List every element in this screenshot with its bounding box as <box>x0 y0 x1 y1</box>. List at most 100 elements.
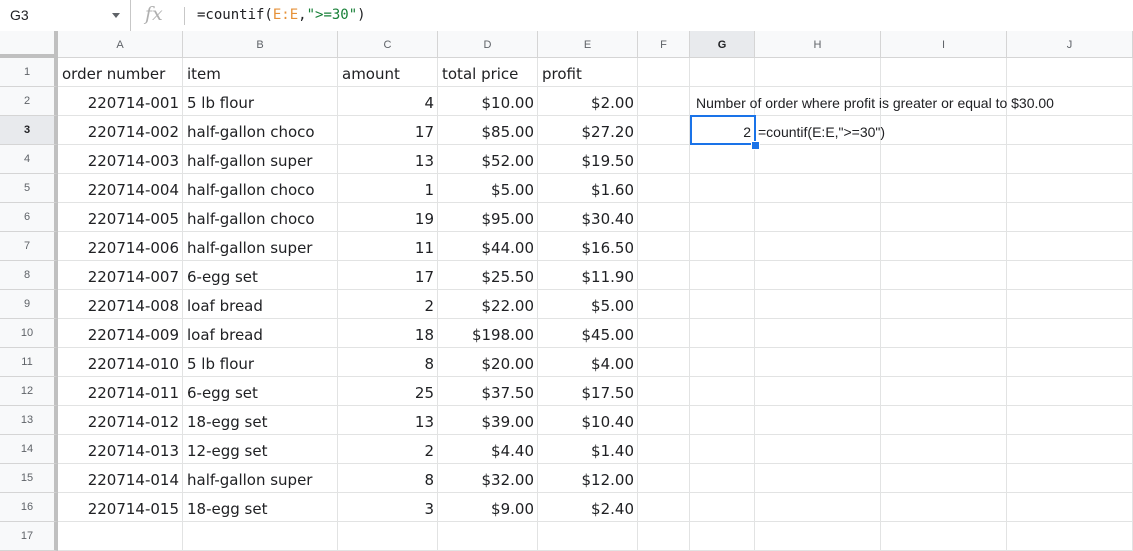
cell-j9[interactable] <box>1007 290 1133 319</box>
cell-h1[interactable] <box>755 58 881 87</box>
column-header-c[interactable]: C <box>338 31 438 58</box>
chevron-down-icon[interactable] <box>112 13 120 18</box>
cell-i16[interactable] <box>881 493 1007 522</box>
select-all-corner[interactable] <box>0 31 58 58</box>
row-header-1[interactable]: 1 <box>0 58 58 87</box>
row-header-10[interactable]: 10 <box>0 319 58 348</box>
cell-j13[interactable] <box>1007 406 1133 435</box>
cell-g11[interactable] <box>690 348 755 377</box>
cell-j15[interactable] <box>1007 464 1133 493</box>
cell-g7[interactable] <box>690 232 755 261</box>
cell-b17[interactable] <box>183 522 338 551</box>
cell-f9[interactable] <box>638 290 690 319</box>
column-header-j[interactable]: J <box>1007 31 1133 58</box>
cell-g5[interactable] <box>690 174 755 203</box>
cell-f16[interactable] <box>638 493 690 522</box>
cell-h11[interactable] <box>755 348 881 377</box>
cell-i11[interactable] <box>881 348 1007 377</box>
row-header-13[interactable]: 13 <box>0 406 58 435</box>
cell-f13[interactable] <box>638 406 690 435</box>
cell-i12[interactable] <box>881 377 1007 406</box>
row-header-12[interactable]: 12 <box>0 377 58 406</box>
cell-h5[interactable] <box>755 174 881 203</box>
row-header-16[interactable]: 16 <box>0 493 58 522</box>
cell-j5[interactable] <box>1007 174 1133 203</box>
cell-j12[interactable] <box>1007 377 1133 406</box>
column-header-b[interactable]: B <box>183 31 338 58</box>
cell-g10[interactable] <box>690 319 755 348</box>
cell-i10[interactable] <box>881 319 1007 348</box>
row-header-17[interactable]: 17 <box>0 522 58 551</box>
column-header-g[interactable]: G <box>690 31 755 58</box>
cell-j3[interactable] <box>1007 116 1133 145</box>
cell-h13[interactable] <box>755 406 881 435</box>
cell-h16[interactable] <box>755 493 881 522</box>
column-header-a[interactable]: A <box>58 31 183 58</box>
cell-j17[interactable] <box>1007 522 1133 551</box>
cell-f6[interactable] <box>638 203 690 232</box>
column-header-h[interactable]: H <box>755 31 881 58</box>
cell-a17[interactable] <box>58 522 183 551</box>
cell-j11[interactable] <box>1007 348 1133 377</box>
cell-f14[interactable] <box>638 435 690 464</box>
cell-i14[interactable] <box>881 435 1007 464</box>
cell-f3[interactable] <box>638 116 690 145</box>
cell-j14[interactable] <box>1007 435 1133 464</box>
cell-f17[interactable] <box>638 522 690 551</box>
cell-g14[interactable] <box>690 435 755 464</box>
cell-g9[interactable] <box>690 290 755 319</box>
cell-i6[interactable] <box>881 203 1007 232</box>
cell-f5[interactable] <box>638 174 690 203</box>
cell-g8[interactable] <box>690 261 755 290</box>
cell-i13[interactable] <box>881 406 1007 435</box>
cell-f7[interactable] <box>638 232 690 261</box>
cell-f1[interactable] <box>638 58 690 87</box>
cell-h10[interactable] <box>755 319 881 348</box>
cell-j16[interactable] <box>1007 493 1133 522</box>
cell-g12[interactable] <box>690 377 755 406</box>
cell-g17[interactable] <box>690 522 755 551</box>
cell-f8[interactable] <box>638 261 690 290</box>
cell-g13[interactable] <box>690 406 755 435</box>
cell-i1[interactable] <box>881 58 1007 87</box>
row-header-9[interactable]: 9 <box>0 290 58 319</box>
cell-j6[interactable] <box>1007 203 1133 232</box>
cell-h4[interactable] <box>755 145 881 174</box>
cell-j7[interactable] <box>1007 232 1133 261</box>
column-header-e[interactable]: E <box>538 31 638 58</box>
row-header-2[interactable]: 2 <box>0 87 58 116</box>
row-header-8[interactable]: 8 <box>0 261 58 290</box>
row-header-11[interactable]: 11 <box>0 348 58 377</box>
cell-g16[interactable] <box>690 493 755 522</box>
row-header-15[interactable]: 15 <box>0 464 58 493</box>
cell-i15[interactable] <box>881 464 1007 493</box>
cell-h14[interactable] <box>755 435 881 464</box>
cell-e17[interactable] <box>538 522 638 551</box>
cell-f4[interactable] <box>638 145 690 174</box>
cell-f15[interactable] <box>638 464 690 493</box>
cell-c17[interactable] <box>338 522 438 551</box>
cell-i9[interactable] <box>881 290 1007 319</box>
fill-handle[interactable] <box>751 141 760 150</box>
cell-i8[interactable] <box>881 261 1007 290</box>
cell-i5[interactable] <box>881 174 1007 203</box>
row-header-3[interactable]: 3 <box>0 116 58 145</box>
row-header-14[interactable]: 14 <box>0 435 58 464</box>
cell-j1[interactable] <box>1007 58 1133 87</box>
cell-j4[interactable] <box>1007 145 1133 174</box>
cell-h9[interactable] <box>755 290 881 319</box>
row-header-5[interactable]: 5 <box>0 174 58 203</box>
cell-j10[interactable] <box>1007 319 1133 348</box>
cell-g15[interactable] <box>690 464 755 493</box>
cell-g6[interactable] <box>690 203 755 232</box>
formula-input[interactable]: =countif(E:E,">=30") <box>197 7 366 23</box>
name-box[interactable]: G3 <box>0 0 131 31</box>
cell-f12[interactable] <box>638 377 690 406</box>
row-header-7[interactable]: 7 <box>0 232 58 261</box>
cell-h17[interactable] <box>755 522 881 551</box>
row-header-6[interactable]: 6 <box>0 203 58 232</box>
cell-i7[interactable] <box>881 232 1007 261</box>
cell-d17[interactable] <box>438 522 538 551</box>
column-header-d[interactable]: D <box>438 31 538 58</box>
cell-i4[interactable] <box>881 145 1007 174</box>
